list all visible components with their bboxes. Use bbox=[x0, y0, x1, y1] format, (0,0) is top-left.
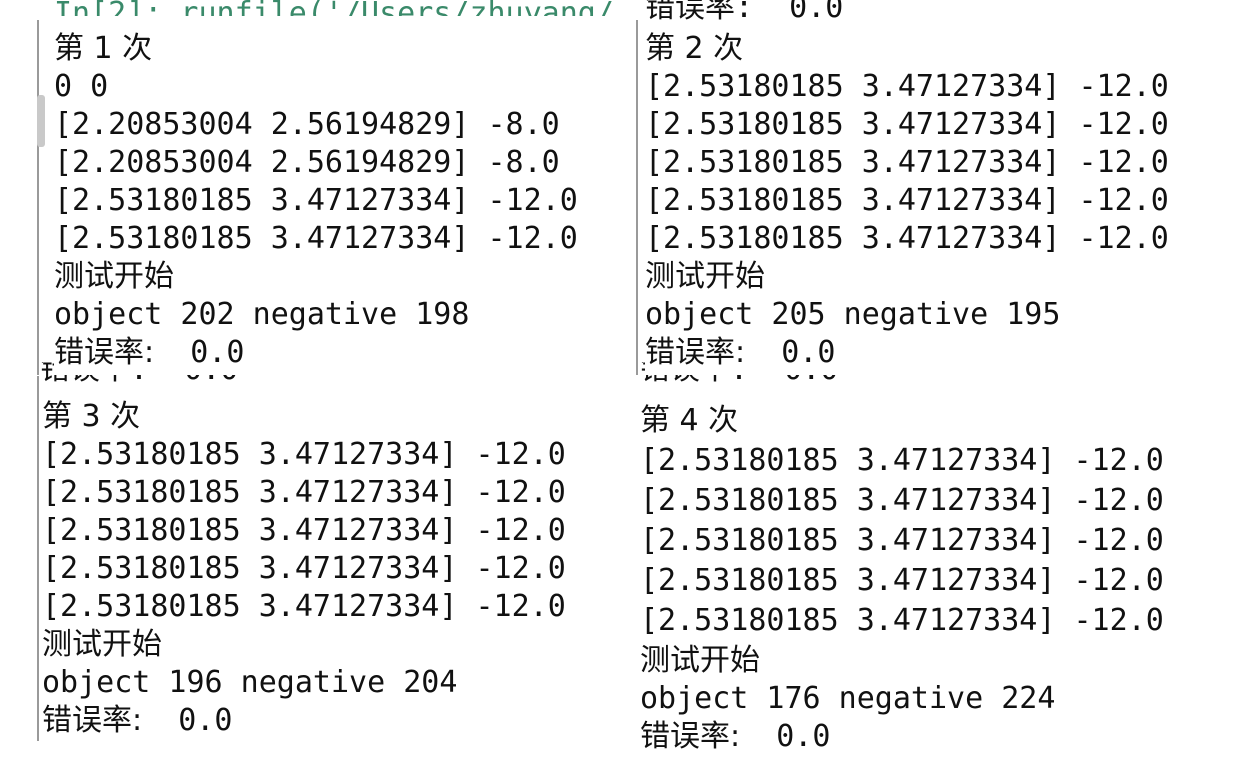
output-line: [2.53180185 3.47127334] -12.0 bbox=[640, 603, 1164, 638]
output-line: 0 0 bbox=[54, 69, 109, 104]
console-panel-2: 第 2 次 [2.53180185 3.47127334] -12.0 [2.5… bbox=[645, 30, 1245, 375]
error-rate-value: 0.0 bbox=[781, 335, 836, 370]
counts-line: object 202 negative 198 bbox=[54, 297, 470, 332]
run-header: 第 4 次 bbox=[640, 403, 739, 438]
run-header: 第 1 次 bbox=[54, 31, 153, 66]
output-line: [2.53180185 3.47127334] -12.0 bbox=[42, 513, 566, 548]
output-line: [2.53180185 3.47127334] -12.0 bbox=[640, 443, 1164, 478]
output-line: [2.53180185 3.47127334] -12.0 bbox=[640, 523, 1164, 558]
test-start-label: 测试开始 bbox=[640, 643, 760, 678]
test-start-label: 测试开始 bbox=[54, 259, 174, 294]
output-line: [2.53180185 3.47127334] -12.0 bbox=[54, 221, 578, 256]
run-header: 第 3 次 bbox=[42, 399, 141, 434]
error-rate-line: 错误率: 0.0 bbox=[640, 718, 830, 756]
test-start-label: 测试开始 bbox=[42, 627, 162, 662]
error-rate-value: 0.0 bbox=[190, 335, 245, 370]
counts-line: object 205 negative 195 bbox=[645, 297, 1061, 332]
output-line: [2.53180185 3.47127334] -12.0 bbox=[645, 69, 1169, 104]
output-line: [2.53180185 3.47127334] -12.0 bbox=[645, 221, 1169, 256]
panel-divider bbox=[636, 20, 638, 375]
output-line: [2.53180185 3.47127334] -12.0 bbox=[42, 589, 566, 624]
console-panel-3: 第 3 次 [2.53180185 3.47127334] -12.0 [2.5… bbox=[42, 398, 632, 748]
console-panel-1: 第 1 次 0 0 [2.20853004 2.56194829] -8.0 [… bbox=[54, 30, 634, 375]
error-rate-line: 错误率: 0.0 bbox=[54, 334, 244, 372]
panel-divider bbox=[37, 376, 39, 741]
output-line: [2.53180185 3.47127334] -12.0 bbox=[645, 107, 1169, 142]
output-line: [2.53180185 3.47127334] -12.0 bbox=[42, 475, 566, 510]
error-rate-label: 错误率: bbox=[645, 335, 746, 370]
counts-line: object 196 negative 204 bbox=[42, 665, 458, 700]
counts-line: object 176 negative 224 bbox=[640, 681, 1056, 716]
output-line: [2.53180185 3.47127334] -12.0 bbox=[645, 145, 1169, 180]
console-panel-4: 第 4 次 [2.53180185 3.47127334] -12.0 [2.5… bbox=[640, 402, 1250, 762]
error-rate-label: 错误率: bbox=[54, 335, 155, 370]
output-line: [2.53180185 3.47127334] -12.0 bbox=[640, 483, 1164, 518]
error-rate-label: 错误率: bbox=[42, 703, 143, 738]
error-rate-line: 错误率: 0.0 bbox=[42, 702, 232, 740]
output-line: [2.53180185 3.47127334] -12.0 bbox=[645, 183, 1169, 218]
cropped-error-line: 错误率: 0.0 bbox=[645, 0, 844, 25]
output-line: [2.53180185 3.47127334] -12.0 bbox=[640, 563, 1164, 598]
panel-divider bbox=[37, 20, 39, 375]
cropped-prompt-line: In[2]: runfile('/Users/zhuyang/ bbox=[54, 0, 614, 16]
output-line: [2.53180185 3.47127334] -12.0 bbox=[42, 437, 566, 472]
test-start-label: 测试开始 bbox=[645, 259, 765, 294]
run-header: 第 2 次 bbox=[645, 31, 744, 66]
output-line: [2.20853004 2.56194829] -8.0 bbox=[54, 145, 560, 180]
output-line: [2.20853004 2.56194829] -8.0 bbox=[54, 107, 560, 142]
error-rate-line: 错误率: 0.0 bbox=[645, 334, 835, 372]
error-rate-value: 0.0 bbox=[178, 703, 233, 738]
output-line: [2.53180185 3.47127334] -12.0 bbox=[54, 183, 578, 218]
output-line: [2.53180185 3.47127334] -12.0 bbox=[42, 551, 566, 586]
scrollbar-thumb[interactable] bbox=[37, 95, 45, 147]
error-rate-value: 0.0 bbox=[776, 719, 831, 754]
error-rate-label: 错误率: bbox=[640, 719, 741, 754]
